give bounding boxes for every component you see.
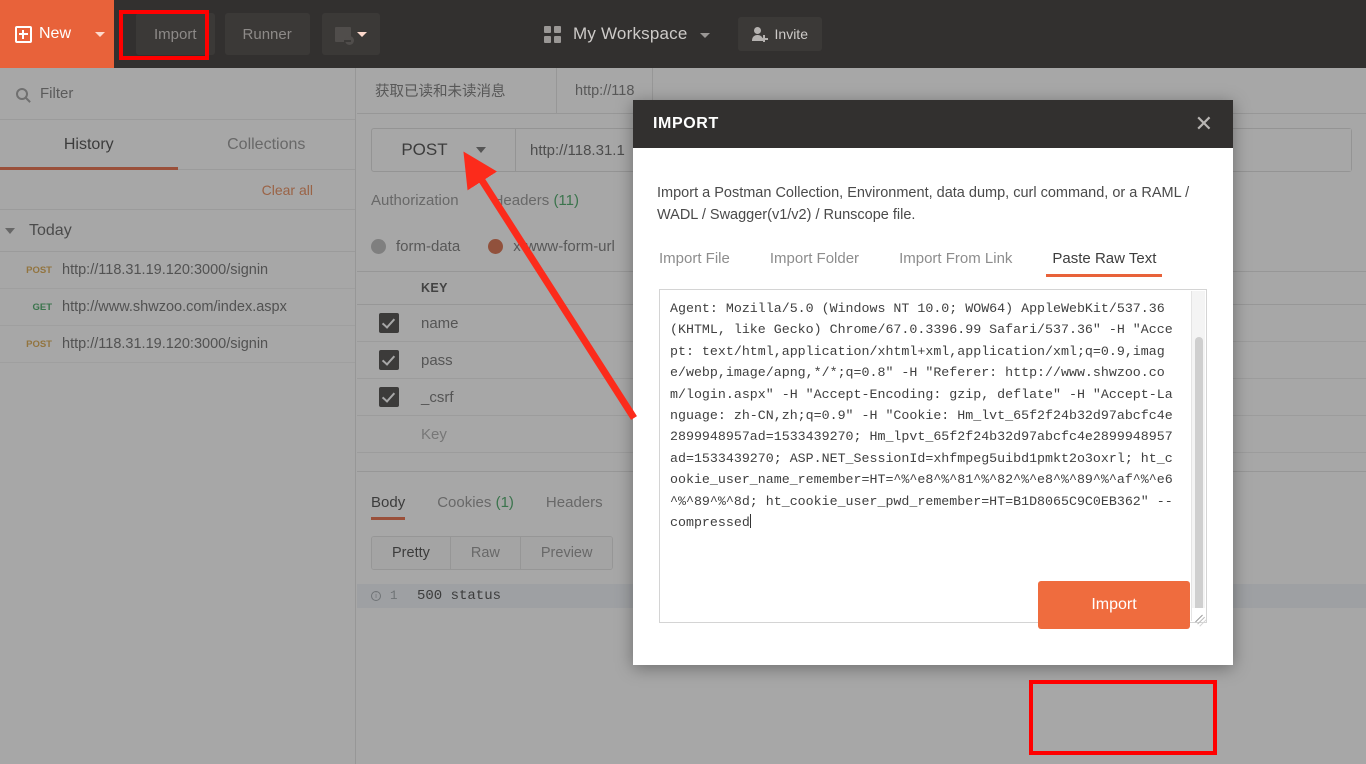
- chevron-down-icon: [356, 31, 367, 37]
- workspace-area: My Workspace Invite: [544, 17, 822, 51]
- runner-button-label: Runner: [242, 25, 292, 43]
- runner-button[interactable]: Runner: [224, 13, 310, 55]
- tab-import-file-label: Import File: [659, 250, 730, 267]
- tab-import-folder[interactable]: Import Folder: [770, 250, 859, 277]
- plus-icon: [14, 25, 32, 43]
- import-button-zone: Import: [1020, 565, 1206, 645]
- import-button-label: Import: [154, 25, 197, 43]
- raw-text-content: Agent: Mozilla/5.0 (Windows NT 10.0; WOW…: [670, 301, 1173, 531]
- new-tab-button[interactable]: [321, 13, 380, 55]
- grid-icon: [544, 25, 562, 43]
- modal-header: IMPORT ✕: [633, 100, 1233, 148]
- import-tabs: Import File Import Folder Import From Li…: [633, 226, 1233, 277]
- tab-paste-raw-text[interactable]: Paste Raw Text: [1046, 250, 1163, 277]
- tab-import-from-link-label: Import From Link: [899, 250, 1013, 267]
- text-cursor: [749, 514, 751, 529]
- modal-title: IMPORT: [653, 115, 719, 132]
- new-button[interactable]: New: [0, 0, 86, 68]
- tab-import-from-link[interactable]: Import From Link: [899, 250, 1012, 277]
- import-modal: IMPORT ✕ Import a Postman Collection, En…: [633, 100, 1233, 665]
- tab-import-folder-label: Import Folder: [769, 250, 860, 267]
- new-dropdown-button[interactable]: [86, 0, 114, 68]
- workspace-name[interactable]: My Workspace: [573, 24, 688, 44]
- top-toolbar: New Import Runner My Workspace Invite: [0, 0, 1366, 68]
- tab-import-file[interactable]: Import File: [659, 250, 730, 277]
- modal-import-button[interactable]: Import: [1038, 581, 1190, 629]
- postman-app-window: New Import Runner My Workspace Invite Fi…: [0, 0, 1366, 764]
- invite-button-label: Invite: [774, 26, 808, 42]
- import-button[interactable]: Import: [136, 13, 215, 55]
- close-icon[interactable]: ✕: [1195, 113, 1213, 135]
- tab-paste-raw-text-label: Paste Raw Text: [1052, 250, 1157, 267]
- modal-description: Import a Postman Collection, Environment…: [657, 185, 1190, 223]
- new-document-icon: [334, 26, 354, 45]
- invite-button[interactable]: Invite: [737, 17, 822, 51]
- chevron-down-icon: [95, 31, 105, 37]
- person-add-icon: [751, 26, 768, 42]
- chevron-down-icon[interactable]: [699, 32, 710, 38]
- new-button-label: New: [38, 25, 71, 42]
